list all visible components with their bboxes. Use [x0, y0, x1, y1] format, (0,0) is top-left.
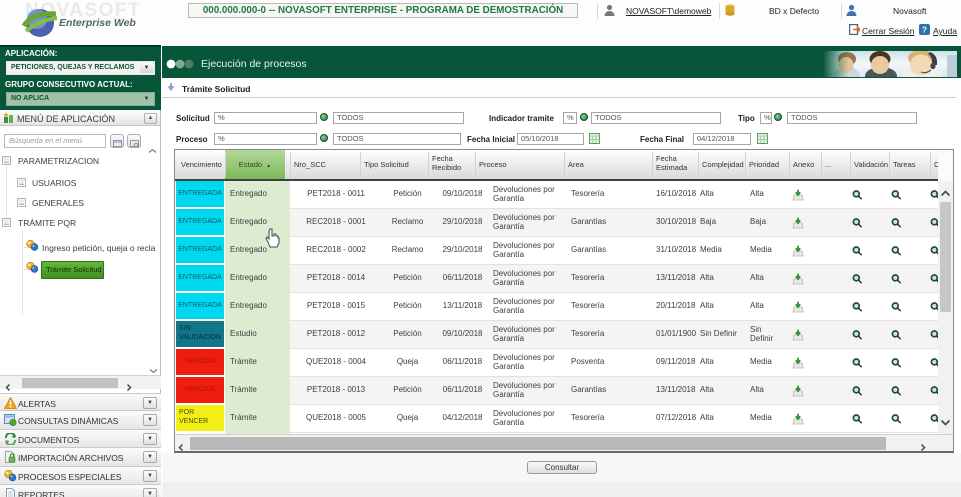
svg-text:?: ? [922, 26, 927, 35]
